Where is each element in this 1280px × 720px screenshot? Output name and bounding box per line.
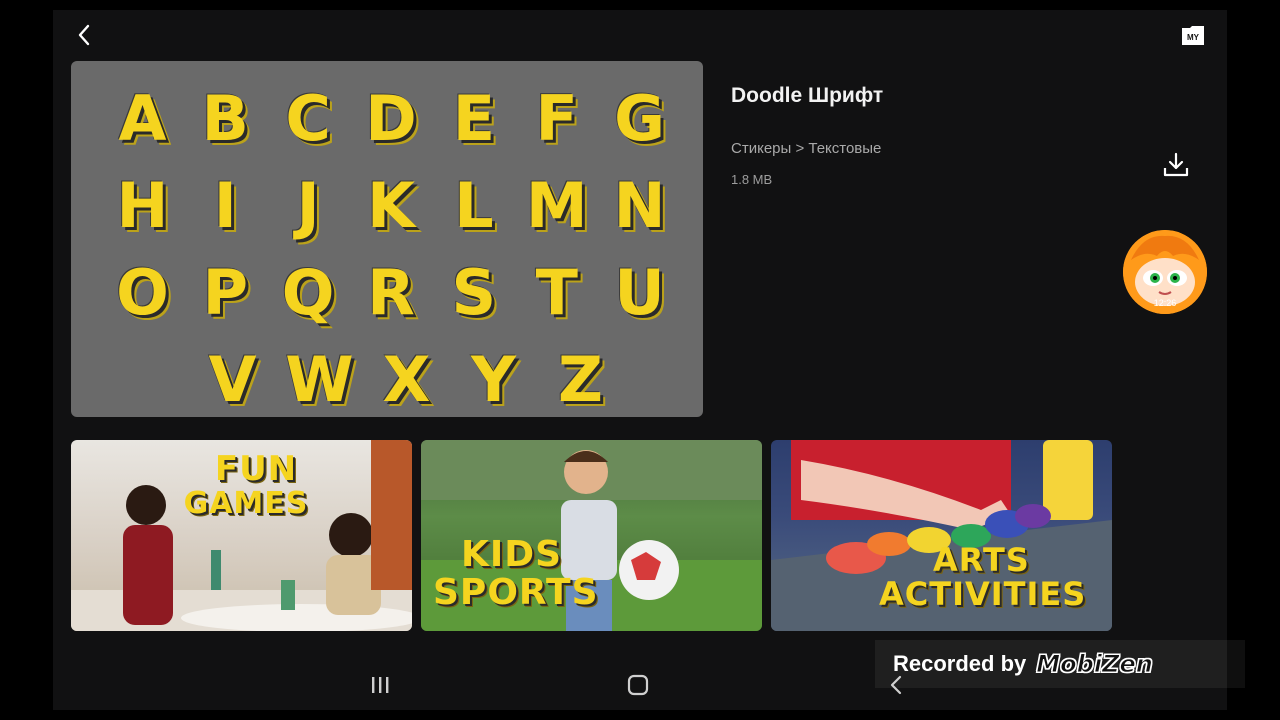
letter: Z: [558, 342, 603, 416]
letter: W: [285, 342, 354, 416]
download-button[interactable]: [1159, 148, 1193, 182]
letter-row: V W X Y Z: [101, 336, 681, 417]
letter: T: [535, 255, 578, 329]
promo-caption: ARTS ACTIVITIES: [879, 541, 1087, 613]
sticker-detail-screen: MY A B C D E F G H I J K L M N O P Q R S…: [53, 10, 1227, 710]
letter: G: [614, 81, 666, 155]
letter: C: [285, 81, 331, 155]
recent-apps-button[interactable]: [365, 670, 395, 700]
letter: V: [208, 342, 257, 416]
my-label: MY: [1187, 33, 1200, 42]
letter: Q: [281, 255, 335, 329]
sticker-preview: A B C D E F G H I J K L M N O P Q R S T …: [71, 61, 703, 417]
caption-line: KIDS: [461, 534, 563, 575]
letter: O: [116, 255, 169, 329]
letter: H: [116, 168, 169, 242]
caption-line: FUN: [214, 449, 298, 489]
letter: J: [296, 168, 320, 242]
home-button[interactable]: [623, 670, 653, 700]
pack-title: Doodle Шрифт: [731, 84, 884, 107]
letter-row: O P Q R S T U: [101, 249, 681, 336]
caption-line: ACTIVITIES: [879, 574, 1087, 613]
letter: P: [202, 255, 249, 329]
file-size: 1.8 MB: [731, 172, 773, 187]
letter-row: H I J K L M N: [101, 162, 681, 249]
caption-line: ARTS: [933, 541, 1030, 579]
back-button[interactable]: [71, 22, 97, 48]
letter-row: A B C D E F G: [101, 75, 681, 162]
letter: I: [213, 168, 237, 242]
letter: B: [201, 81, 249, 155]
letter: X: [382, 342, 431, 416]
recent-apps-icon: [372, 677, 389, 693]
chevron-left-icon: [78, 24, 90, 46]
letter: E: [452, 81, 496, 155]
letter: F: [535, 81, 578, 155]
letter: D: [365, 81, 417, 155]
avatar-time: 12:26: [1153, 298, 1177, 308]
alphabet-grid: A B C D E F G H I J K L M N O P Q R S T …: [101, 75, 681, 417]
recording-watermark: Recorded by MobiZen: [875, 640, 1245, 688]
letter: R: [367, 255, 415, 329]
caption-line: GAMES: [183, 485, 309, 521]
watermark-logo: MobiZen: [1036, 650, 1154, 679]
watermark-text: Recorded by: [893, 651, 1027, 676]
letter: L: [454, 168, 494, 242]
promo-thumbnails: FUN GAMES KIDS SPORTS ARTS ACTIVITIES: [71, 440, 1112, 631]
letter: U: [614, 255, 665, 329]
caption-line: SPORTS: [433, 571, 599, 613]
letter: Y: [471, 342, 516, 416]
promo-fun-games[interactable]: FUN GAMES: [71, 440, 412, 631]
promo-caption: KIDS SPORTS: [433, 536, 599, 612]
letter: S: [451, 255, 497, 329]
promo-caption: FUN GAMES: [184, 449, 311, 519]
promo-kids-sports[interactable]: KIDS SPORTS: [421, 440, 762, 631]
promo-arts-activities[interactable]: ARTS ACTIVITIES: [771, 440, 1112, 631]
letter: M: [525, 168, 588, 242]
letter: A: [118, 81, 167, 155]
letter: K: [366, 168, 416, 242]
my-stickers-button[interactable]: MY: [1181, 24, 1205, 46]
home-icon: [627, 674, 649, 696]
folder-my-icon: MY: [1182, 26, 1204, 45]
floating-avatar[interactable]: 12:26: [1123, 230, 1207, 314]
letter: N: [613, 168, 666, 242]
category-breadcrumb[interactable]: Стикеры > Текстовые: [731, 140, 881, 157]
download-icon: [1163, 152, 1189, 177]
